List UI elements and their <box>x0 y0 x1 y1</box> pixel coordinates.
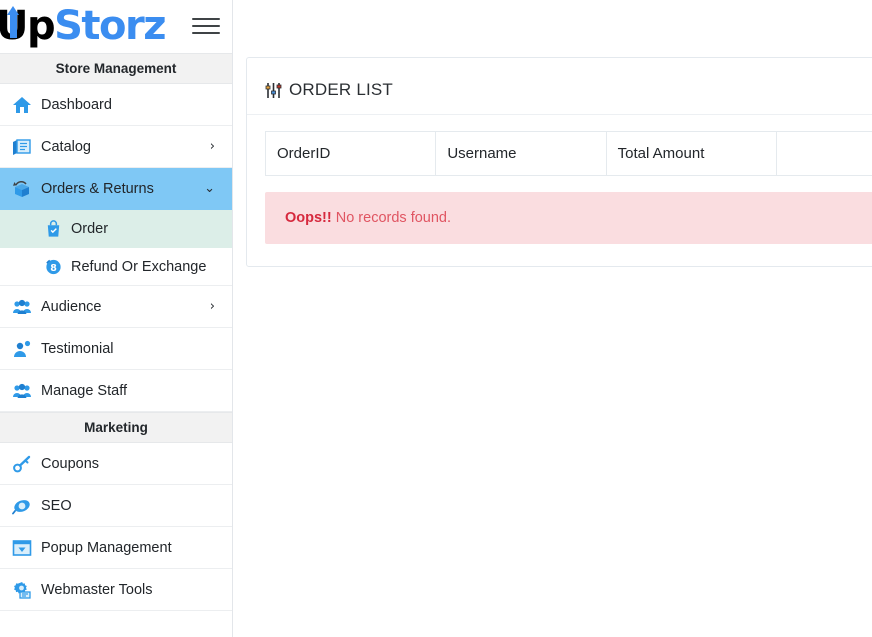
sidebar-item-label: Catalog <box>41 138 91 155</box>
sidebar-item-dashboard[interactable]: Dashboard <box>0 84 232 126</box>
alert-text: No records found. <box>331 210 452 226</box>
sidebar-item-testimonial[interactable]: Testimonial <box>0 328 232 370</box>
seo-icon <box>11 496 32 516</box>
table-column-header-orderid[interactable]: OrderID <box>264 131 437 176</box>
alert-strong: Oops!! <box>285 210 332 226</box>
sliders-icon <box>265 82 282 99</box>
logo-text-storz: Storz <box>54 3 166 49</box>
page-title: ORDER LIST <box>289 80 394 99</box>
sidebar-item-catalog[interactable]: Catalog › <box>0 126 232 168</box>
table-header-row: OrderID Username Total Amount <box>264 131 872 176</box>
sidebar-item-label: Testimonial <box>41 340 114 357</box>
sidebar-item-label: Popup Management <box>41 539 172 556</box>
no-records-alert: Oops!! No records found. <box>265 192 872 244</box>
sidebar-item-webmaster-tools[interactable]: Webmaster Tools <box>0 569 232 611</box>
order-list-card: ORDER LIST OrderID Username Total Amount O… <box>246 57 872 267</box>
admin-page: UpStorz Store Management Dashboard Catalog… <box>0 0 872 637</box>
chevron-right-icon[interactable]: › <box>210 139 215 154</box>
sidebar-subitem-order[interactable]: Order <box>0 210 232 248</box>
sidebar-item-audience[interactable]: Audience › <box>0 286 232 328</box>
sidebar-item-label: Coupons <box>41 455 100 472</box>
sidebar-subitem-label: Order <box>71 220 109 237</box>
svg-text:8: 8 <box>50 263 57 274</box>
sidebar-item-seo[interactable]: SEO <box>0 485 232 527</box>
table-column-header-total-amount[interactable]: Total Amount <box>605 131 778 176</box>
sidebar-item-label: Dashboard <box>41 96 112 113</box>
refund-icon: 8 <box>44 257 63 276</box>
sidebar-subitem-refund-or-exchange[interactable]: 8 Refund Or Exchange <box>0 248 232 286</box>
sidebar-item-orders-returns[interactable]: Orders & Returns ⌄ <box>0 168 232 210</box>
hamburger-menu-icon[interactable] <box>192 15 220 37</box>
sidebar-item-coupons[interactable]: Coupons <box>0 443 232 485</box>
webmaster-icon <box>11 580 32 600</box>
sidebar-subitem-label: Refund Or Exchange <box>71 258 207 275</box>
order-table: OrderID Username Total Amount <box>264 131 872 176</box>
card-header: ORDER LIST <box>247 58 872 115</box>
sidebar-item-manage-staff[interactable]: Manage Staff <box>0 370 232 412</box>
table-column-header-username[interactable]: Username <box>435 131 607 176</box>
orders-box-icon <box>11 179 32 199</box>
users-icon <box>11 297 32 317</box>
sidebar-item-label: Manage Staff <box>41 382 127 399</box>
sidebar: UpStorz Store Management Dashboard Catalog… <box>0 0 233 637</box>
sidebar-item-label: Orders & Returns <box>41 180 154 197</box>
chevron-down-icon[interactable]: ⌄ <box>204 181 215 196</box>
popup-icon <box>11 538 32 558</box>
card-body: OrderID Username Total Amount Oops!! No re… <box>247 115 872 266</box>
catalog-icon <box>11 137 32 157</box>
user-quote-icon <box>11 339 32 359</box>
chevron-right-icon[interactable]: › <box>210 299 215 314</box>
coupon-key-icon <box>11 454 32 474</box>
main-content: ORDER LIST OrderID Username Total Amount O… <box>233 0 872 637</box>
sidebar-section-store-management: Store Management <box>0 53 232 84</box>
home-icon <box>11 95 32 115</box>
sidebar-item-label: Audience <box>41 298 102 315</box>
logo-upstorz[interactable]: UpStorz <box>0 3 167 49</box>
table-head: OrderID Username Total Amount <box>264 131 872 176</box>
sidebar-item-label: Webmaster Tools <box>41 581 153 598</box>
sidebar-section-marketing: Marketing <box>0 412 232 443</box>
shopping-bag-icon <box>44 219 63 238</box>
table-column-header-blank[interactable] <box>776 131 872 176</box>
sidebar-item-label: SEO <box>41 497 72 514</box>
brand-bar: UpStorz <box>0 0 232 53</box>
sidebar-item-popup-management[interactable]: Popup Management <box>0 527 232 569</box>
sidebar-nav: Store Management Dashboard Catalog › Orders … <box>0 53 232 611</box>
staff-icon <box>11 381 32 401</box>
